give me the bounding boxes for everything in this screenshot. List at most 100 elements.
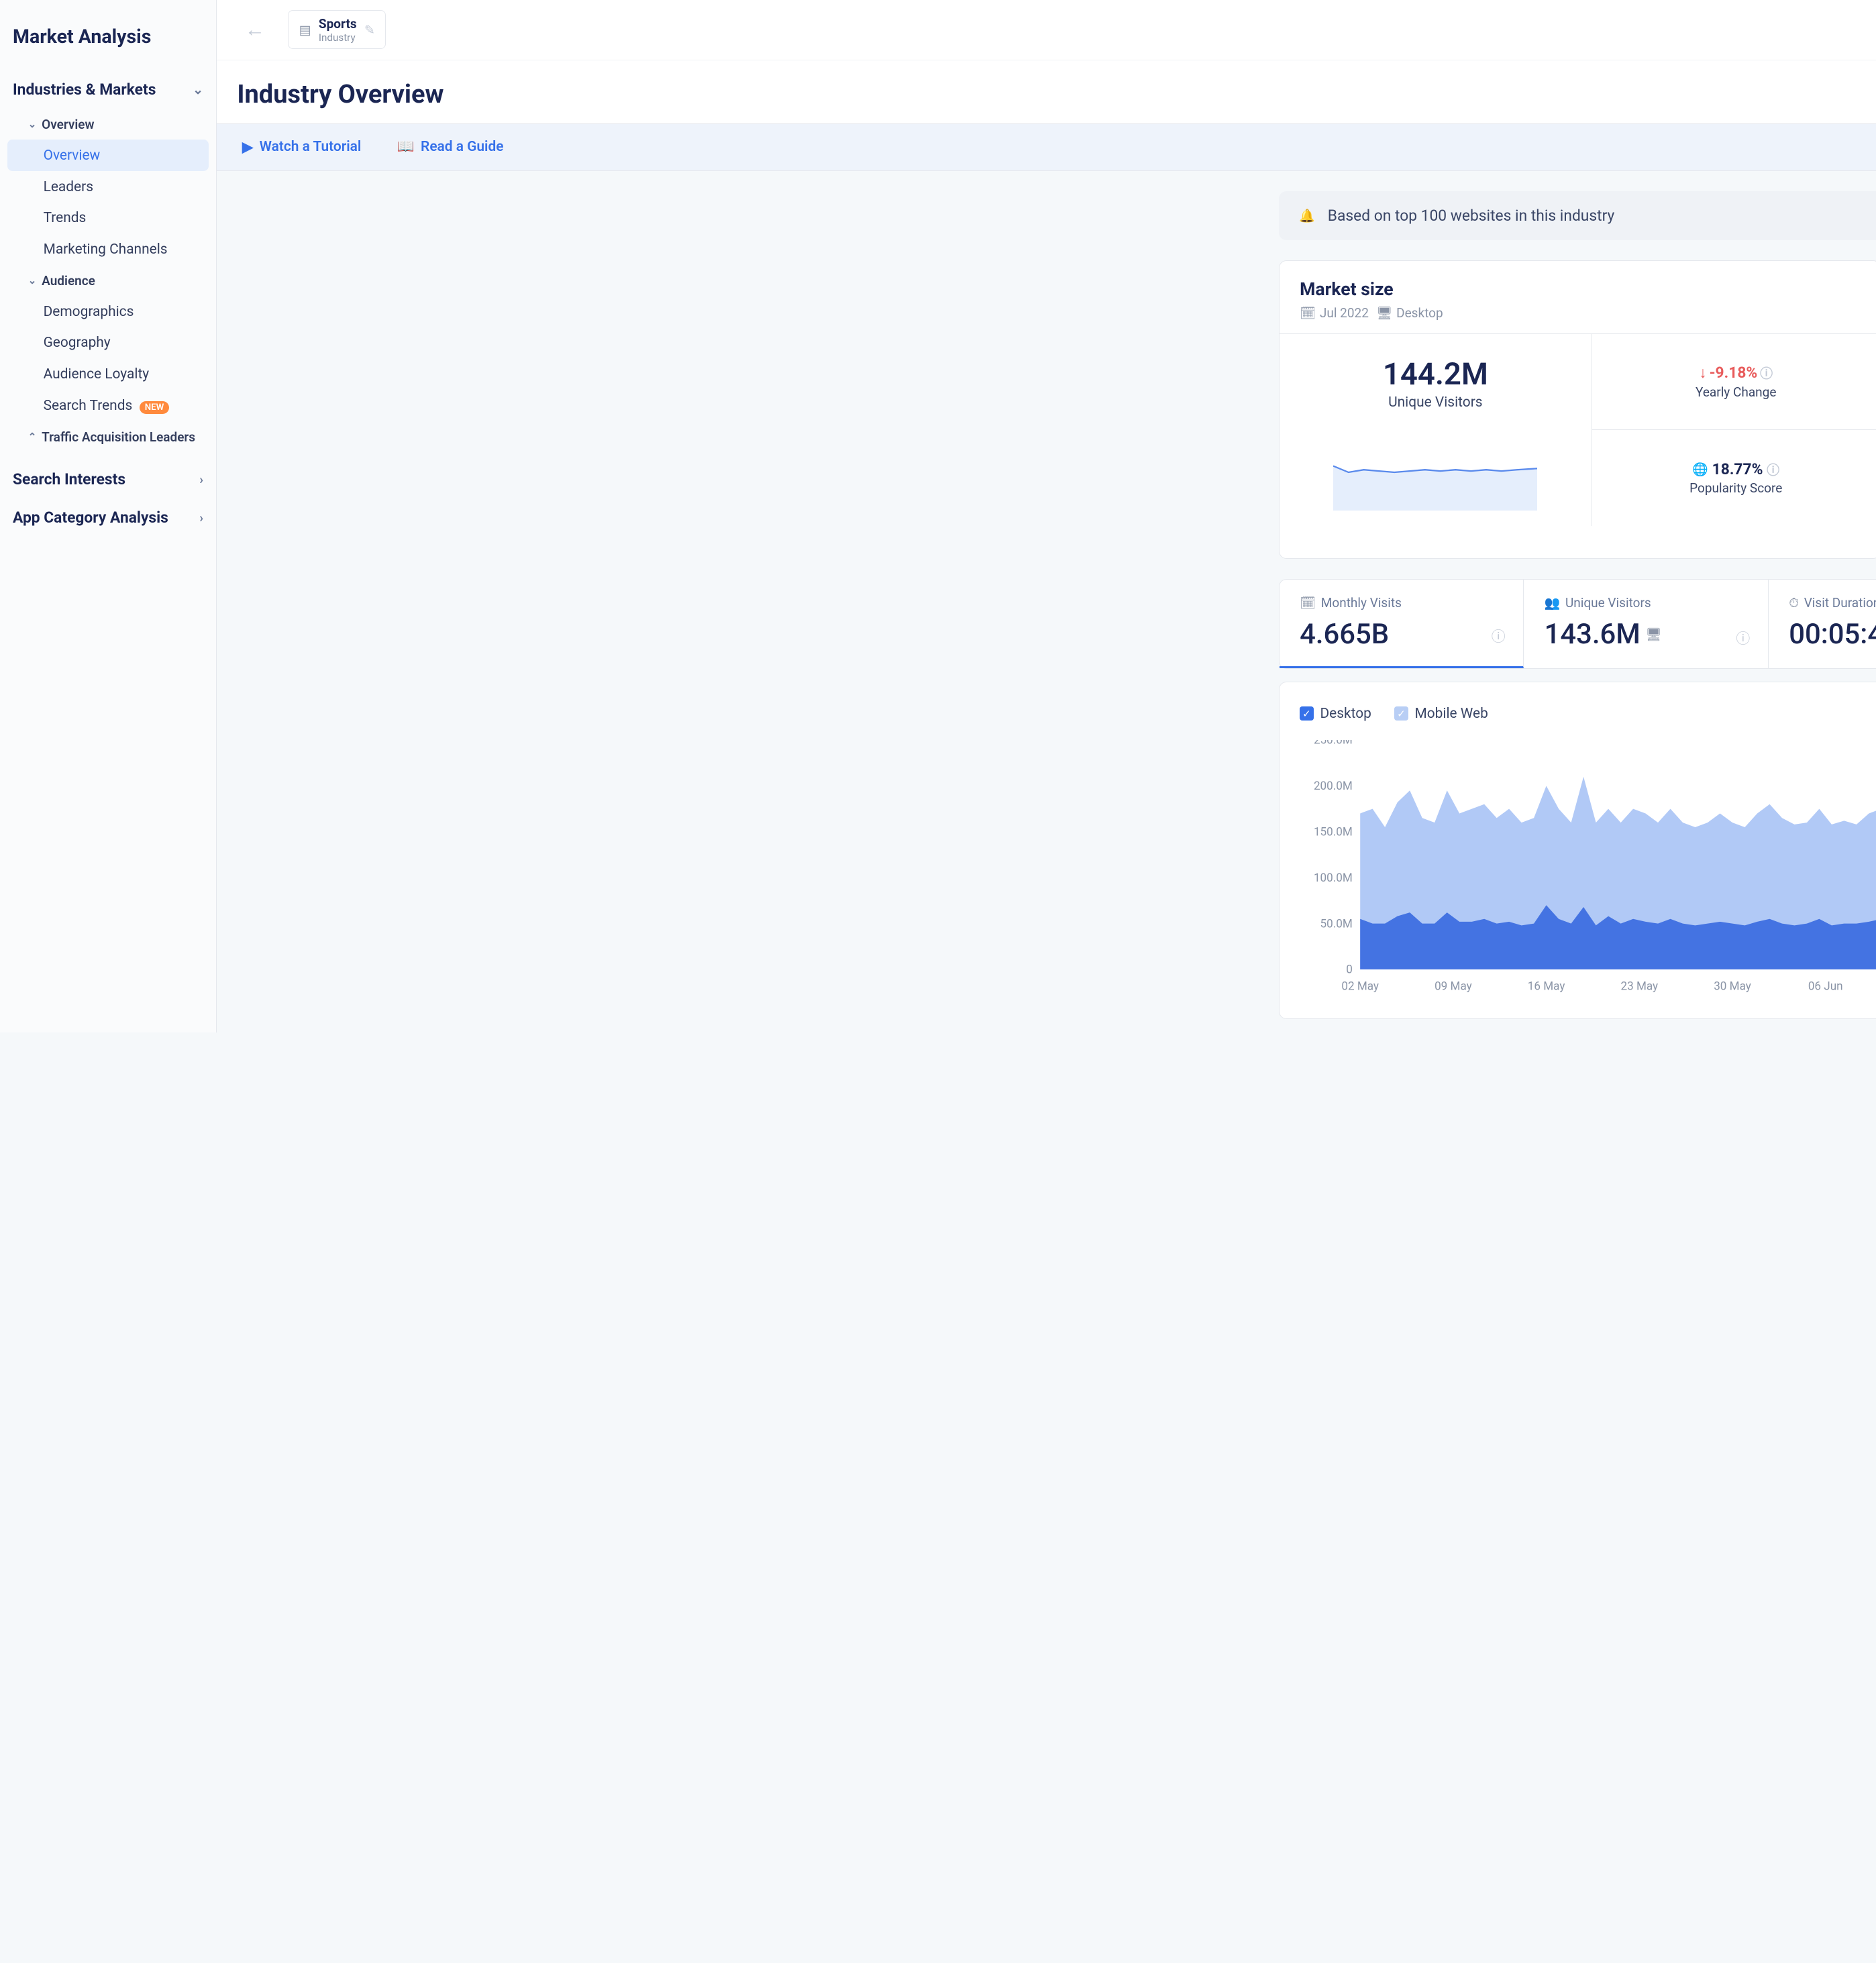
metrics-row: 🗓 Monthly Visits4.665Bⓘ👥 Unique Visitors… (1279, 579, 1876, 669)
new-badge: NEW (140, 401, 169, 414)
app-title: Market Analysis (0, 13, 216, 70)
timeseries-card: ✓ Desktop ✓ Mobile Web D W (1279, 682, 1876, 1018)
legend-label: Desktop (1320, 706, 1371, 722)
metric-value: 4.665B (1300, 618, 1503, 651)
svg-text:23 May: 23 May (1621, 979, 1659, 993)
sidebar-item-geography[interactable]: Geography (7, 327, 208, 359)
info-banner: 🔔 Based on top 100 websites in this indu… (1279, 191, 1876, 240)
chevron-down-icon: ⌄ (28, 274, 37, 286)
legend-toggle-desktop[interactable]: ✓ Desktop (1300, 706, 1371, 722)
industry-selector[interactable]: ▤ Sports Industry ✎ (288, 10, 386, 49)
chevron-right-icon: › (199, 510, 203, 525)
industry-name: Sports (319, 16, 357, 32)
chevron-right-icon: › (199, 472, 203, 487)
metric-tile-visit-duration[interactable]: ⏱ Visit Duration00:05:47ⓘ (1769, 580, 1876, 668)
sidebar: Market Analysis Industries & Markets ⌄ ⌄… (0, 0, 217, 1032)
svg-text:06 Jun: 06 Jun (1808, 979, 1843, 993)
unique-visitors-label: Unique Visitors (1294, 394, 1576, 411)
industry-sub: Industry (319, 32, 357, 44)
sidebar-group-traffic-acquisition[interactable]: ⌃ Traffic Acquisition Leaders (0, 421, 216, 452)
popularity-cell: 🌐 18.77% ⓘ Popularity Score (1592, 429, 1876, 526)
watch-tutorial-link[interactable]: ▶ Watch a Tutorial (242, 139, 361, 156)
metric-value: 143.6M🖥 (1545, 618, 1748, 651)
info-icon[interactable]: ⓘ (1760, 364, 1773, 382)
topbar: ← ▤ Sports Industry ✎ (217, 0, 1876, 60)
pencil-icon[interactable]: ✎ (364, 22, 375, 38)
unique-visitors-value: 144.2M (1294, 357, 1576, 392)
item-label: Search Trends (44, 398, 133, 414)
sidebar-item-search-trends[interactable]: Search Trends NEW (7, 390, 208, 422)
section-label: Search Interests (13, 470, 125, 488)
back-button[interactable]: ← (237, 12, 272, 48)
sidebar-search-interests[interactable]: Search Interests › (0, 460, 216, 498)
play-icon: ▶ (242, 139, 253, 156)
yearly-change-value: ↓ -9.18% ⓘ (1699, 364, 1773, 382)
popularity-label: Popularity Score (1689, 480, 1782, 496)
svg-text:50.0M: 50.0M (1320, 917, 1353, 931)
svg-text:16 May: 16 May (1528, 979, 1565, 993)
sidebar-section-toggle[interactable]: Industries & Markets ⌄ (0, 70, 216, 109)
page-title: Industry Overview (237, 80, 444, 109)
metric-tile-unique-visitors[interactable]: 👥 Unique Visitors 143.6M🖥ⓘ (1524, 580, 1769, 668)
help-bar: ▶ Watch a Tutorial 📖 Read a Guide ✕ (217, 123, 1876, 171)
svg-text:200.0M: 200.0M (1314, 780, 1353, 793)
sidebar-app-category-analysis[interactable]: App Category Analysis › (0, 498, 216, 537)
globe-icon: 🌐 (1692, 462, 1708, 477)
yearly-change-cell: ↓ -9.18% ⓘ Yearly Change (1592, 334, 1876, 430)
sidebar-section-label: Industries & Markets (13, 81, 156, 99)
metric-label: 👥 Unique Visitors (1545, 595, 1748, 611)
chevron-down-icon: ⌄ (28, 118, 37, 130)
info-icon[interactable]: ⓘ (1767, 460, 1779, 478)
bell-icon: 🔔 (1299, 208, 1315, 223)
section-label: App Category Analysis (13, 509, 168, 527)
svg-text:250.0M: 250.0M (1314, 740, 1353, 747)
sidebar-item-demographics[interactable]: Demographics (7, 296, 208, 327)
svg-text:150.0M: 150.0M (1314, 825, 1353, 839)
chevron-up-icon: ⌃ (28, 431, 37, 443)
svg-text:100.0M: 100.0M (1314, 871, 1353, 885)
calendar-icon: 🗓 (1300, 305, 1316, 321)
banner-text: Based on top 100 websites in this indust… (1328, 207, 1615, 225)
metric-value: 00:05:47 (1789, 618, 1876, 651)
card-title: Market size (1300, 279, 1859, 300)
link-label: Read a Guide (421, 139, 503, 155)
svg-text:09 May: 09 May (1435, 979, 1472, 993)
legend-label: Mobile Web (1414, 706, 1488, 722)
checkbox-checked-icon: ✓ (1394, 706, 1408, 721)
sidebar-item-trends[interactable]: Trends (7, 203, 208, 234)
timeseries-chart: 250.0M 200.0M 150.0M 100.0M 50.0M 0 02 May 09 M… (1300, 740, 1876, 1000)
arrow-down-icon: ↓ (1699, 364, 1706, 382)
header-row: Industry Overview 🗓 May 2022 - Jul 2022 … (217, 60, 1876, 123)
sidebar-item-overview[interactable]: Overview (7, 140, 208, 171)
metric-tile-monthly-visits[interactable]: 🗓 Monthly Visits 4.665Bⓘ (1280, 580, 1524, 668)
main-panel: ← ▤ Sports Industry ✎ Industry Overview … (217, 0, 1876, 1032)
sidebar-group-audience[interactable]: ⌄ Audience (0, 265, 216, 296)
group-label: Traffic Acquisition Leaders (42, 429, 195, 445)
sidebar-item-audience-loyalty[interactable]: Audience Loyalty (7, 359, 208, 390)
market-size-card: Market size 🗓 Jul 2022 🖥 Desktop 144.2M … (1279, 260, 1876, 558)
popularity-value: 🌐 18.77% ⓘ (1692, 460, 1779, 478)
group-label: Overview (42, 117, 94, 132)
svg-text:02 May: 02 May (1341, 979, 1379, 993)
chevron-down-icon: ⌄ (193, 82, 203, 97)
industry-icon: ▤ (299, 22, 311, 38)
sidebar-item-marketing-channels[interactable]: Marketing Channels (7, 234, 208, 266)
svg-text:0: 0 (1346, 963, 1353, 977)
desktop-icon: 🖥 (1376, 305, 1392, 321)
market-device: Desktop (1396, 305, 1443, 321)
sparkline (1333, 447, 1537, 511)
content-area: 🔔 Based on top 100 websites in this indu… (217, 171, 1876, 1032)
metric-label: 🗓 Monthly Visits (1300, 595, 1503, 611)
chart-legend: ✓ Desktop ✓ Mobile Web (1300, 706, 1488, 722)
market-date: Jul 2022 (1320, 305, 1369, 321)
link-label: Watch a Tutorial (260, 139, 362, 155)
read-guide-link[interactable]: 📖 Read a Guide (397, 139, 504, 156)
info-icon[interactable]: ⓘ (1492, 626, 1506, 646)
sidebar-item-leaders[interactable]: Leaders (7, 171, 208, 203)
book-icon: 📖 (397, 139, 415, 155)
sidebar-group-overview[interactable]: ⌄ Overview (0, 109, 216, 140)
summary-row: Market size 🗓 Jul 2022 🖥 Desktop 144.2M … (1279, 260, 1876, 558)
legend-toggle-mobile[interactable]: ✓ Mobile Web (1394, 706, 1488, 722)
yearly-change-label: Yearly Change (1696, 384, 1776, 400)
info-icon[interactable]: ⓘ (1736, 628, 1750, 648)
